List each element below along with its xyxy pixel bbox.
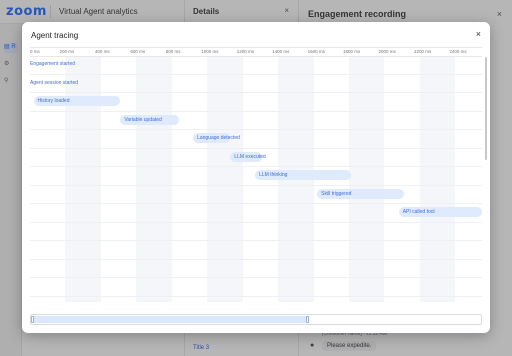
timeline-brush[interactable]: [30, 314, 482, 325]
trace-timeline: Engagement started Agent session started H…: [30, 57, 482, 302]
close-icon[interactable]: ×: [476, 29, 481, 39]
axis-tick-label: 800 ms: [165, 49, 181, 54]
grid-band: [65, 57, 101, 302]
trace-event-bar[interactable]: LLM thinking: [255, 170, 351, 180]
time-axis: 0 ms 200 ms 400 ms 600 ms 800 ms 1000 ms 1200 …: [30, 47, 482, 57]
grid-band: [207, 57, 243, 302]
axis-tick-label: 200 ms: [59, 49, 75, 54]
scrollbar[interactable]: [485, 57, 487, 160]
axis-tick-label: 0 ms: [30, 49, 40, 54]
axis-tick-label: 2200 ms: [413, 49, 432, 54]
axis-tick-label: 2400 ms: [449, 49, 467, 54]
row-divider: [30, 129, 482, 130]
grid-band: [136, 57, 172, 302]
axis-tick-label: 2000 ms: [378, 49, 396, 54]
axis-tick-label: 600 ms: [130, 49, 146, 54]
row-divider: [30, 221, 482, 223]
row-divider: [30, 203, 482, 204]
row-divider: [30, 73, 482, 75]
trace-event-bar[interactable]: API called tool: [398, 207, 482, 217]
row-divider: [30, 240, 482, 241]
trace-event-bar[interactable]: Skill triggered: [317, 188, 404, 199]
row-divider: [30, 147, 482, 149]
trace-event-bar[interactable]: History loaded: [33, 96, 121, 106]
row-divider: [30, 92, 482, 93]
axis-tick-label: 1000 ms: [201, 49, 219, 54]
row-divider: [30, 184, 482, 186]
grid-band: [419, 57, 456, 302]
row-divider: [30, 110, 482, 112]
brush-handle-right[interactable]: [305, 316, 309, 323]
modal-title: Agent tracing: [31, 31, 79, 40]
trace-event-bar[interactable]: Variable updated: [120, 114, 179, 125]
axis-tick-label: 1600 ms: [307, 49, 325, 54]
axis-tick-label: 400 ms: [94, 49, 110, 54]
brush-window[interactable]: [32, 316, 308, 323]
axis-tick-label: 1200 ms: [236, 49, 254, 54]
axis-tick-label: 1800 ms: [343, 49, 361, 54]
agent-tracing-modal: Agent tracing × 0 ms 200 ms 400 ms 600 ms 80…: [22, 22, 490, 333]
row-divider: [30, 258, 482, 260]
trace-event-bar[interactable]: LLM executed: [230, 151, 266, 162]
row-divider: [30, 277, 482, 278]
trace-event-bar[interactable]: Language detected: [193, 133, 240, 143]
brush-handle-left[interactable]: [31, 316, 34, 323]
row-divider: [30, 166, 482, 167]
grid-band: [349, 57, 385, 302]
axis-tick-label: 1400 ms: [272, 49, 290, 54]
row-divider: [30, 295, 482, 297]
